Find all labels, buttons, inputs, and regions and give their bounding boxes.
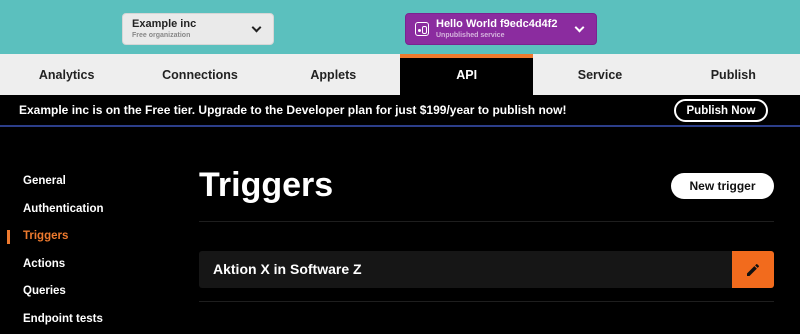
organization-plan: Free organization xyxy=(132,32,191,39)
tab-analytics[interactable]: Analytics xyxy=(0,54,133,95)
edit-button[interactable] xyxy=(732,251,774,288)
main-nav: Analytics Connections Applets API Servic… xyxy=(0,54,800,95)
sidebar: General Authentication Triggers Actions … xyxy=(0,168,160,333)
service-icon xyxy=(415,22,429,36)
chevron-down-icon xyxy=(574,22,585,33)
upgrade-message: Example inc is on the Free tier. Upgrade… xyxy=(19,103,567,117)
organization-name: Example inc xyxy=(132,18,197,30)
chevron-down-icon xyxy=(251,22,262,33)
sidebar-item-triggers[interactable]: Triggers xyxy=(0,223,160,251)
tab-connections[interactable]: Connections xyxy=(133,54,266,95)
sidebar-item-actions[interactable]: Actions xyxy=(0,251,160,279)
sidebar-item-general[interactable]: General xyxy=(0,168,160,196)
service-name: Hello World f9edc4d4f2 xyxy=(436,18,558,30)
publish-now-button[interactable]: Publish Now xyxy=(674,99,768,122)
tab-publish[interactable]: Publish xyxy=(667,54,800,95)
tab-api[interactable]: API xyxy=(399,54,534,95)
service-select[interactable]: Hello World f9edc4d4f2 Unpublished servi… xyxy=(405,13,597,45)
trigger-row[interactable]: Aktion X in Software Z xyxy=(199,251,774,288)
divider xyxy=(199,221,774,222)
trigger-name: Aktion X in Software Z xyxy=(213,261,362,277)
page-title: Triggers xyxy=(199,166,334,204)
sidebar-item-endpoint-tests[interactable]: Endpoint tests xyxy=(0,306,160,334)
organization-select[interactable]: Example inc Free organization xyxy=(122,13,274,45)
tab-service[interactable]: Service xyxy=(533,54,666,95)
service-status: Unpublished service xyxy=(436,32,505,39)
pencil-icon xyxy=(747,263,760,276)
new-trigger-button[interactable]: New trigger xyxy=(671,173,774,199)
sidebar-item-authentication[interactable]: Authentication xyxy=(0,196,160,224)
tab-applets[interactable]: Applets xyxy=(267,54,400,95)
divider xyxy=(199,301,774,302)
sidebar-item-queries[interactable]: Queries xyxy=(0,278,160,306)
top-bar: Example inc Free organization Hello Worl… xyxy=(0,0,800,54)
upgrade-banner: Example inc is on the Free tier. Upgrade… xyxy=(0,95,800,127)
